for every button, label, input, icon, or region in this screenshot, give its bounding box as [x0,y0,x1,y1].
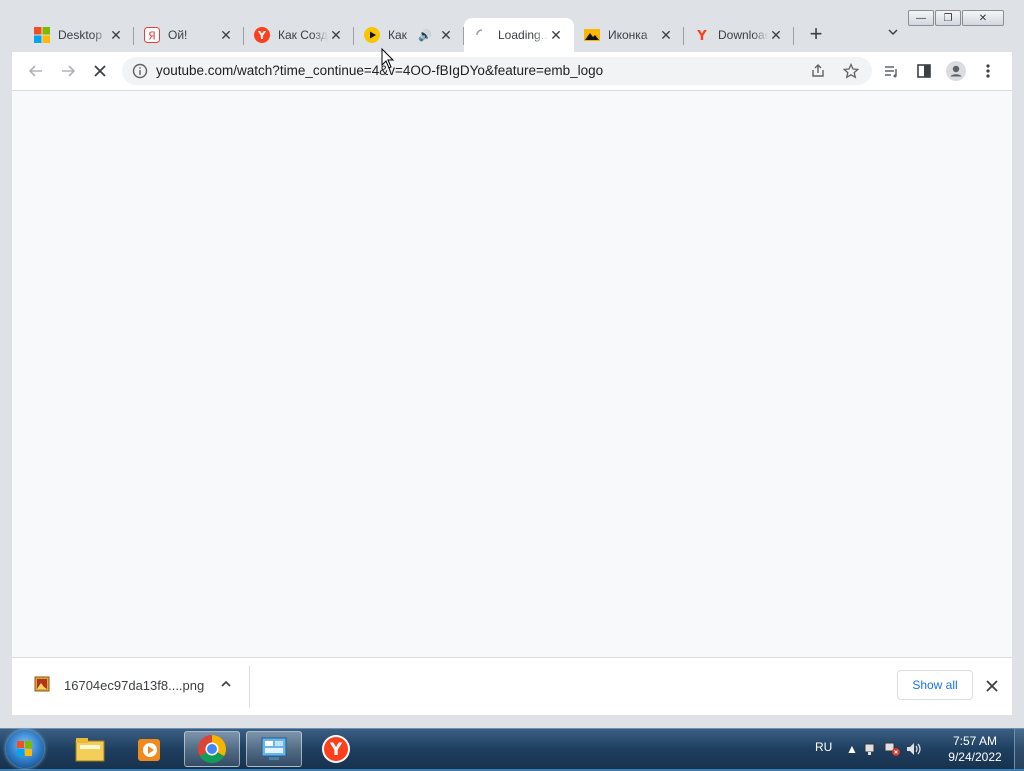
side-panel-icon[interactable] [914,61,934,81]
loading-spinner-icon [474,27,490,43]
start-button[interactable] [6,730,44,768]
yandex-browser-icon[interactable]: Y [308,731,364,767]
forward-icon[interactable] [58,61,78,81]
minimize-button[interactable]: — [908,10,934,26]
download-item[interactable]: 16704ec97da13f8....png [34,676,204,695]
restore-icon: ❐ [943,12,953,24]
show-desktop-button[interactable] [1014,729,1024,769]
yandex-y-icon: Y [254,27,270,43]
mouse-cursor-icon [381,47,395,73]
taskbar: Y RU ▲ 7:57 AM 9/24/2022 [0,728,1024,769]
svg-text:Y: Y [257,29,267,42]
restore-button[interactable]: ❐ [935,10,961,26]
clock-date: 9/24/2022 [948,750,1002,764]
show-all-button[interactable]: Show all [897,670,973,700]
windows-logo-icon [34,27,50,43]
show-hidden-icons-icon[interactable]: ▲ [846,742,858,759]
close-tab-icon[interactable]: ✕ [108,27,124,43]
close-tab-icon[interactable]: ✕ [658,27,674,43]
tab-title: Ой! [168,28,188,42]
tabs: Desktop ✕ Я Ой! ✕ Y Как Создать ✕ [24,18,794,52]
clock-time: 7:57 AM [952,734,998,748]
close-window-button[interactable]: ✕ [962,10,1004,26]
tab-kak-audio[interactable]: Как 🔊 ✕ [354,18,464,52]
tab-desktop[interactable]: Desktop ✕ [24,18,134,52]
back-icon[interactable] [26,61,46,81]
share-icon[interactable] [810,63,826,82]
tab-loading[interactable]: Loading... ✕ [464,18,574,52]
tab-title: Как [388,28,407,42]
download-filename: 16704ec97da13f8....png [64,678,205,693]
profile-icon[interactable] [946,61,966,81]
image-icon [584,27,600,43]
yandex-y-icon: Y [694,27,710,43]
language-indicator[interactable]: RU [815,740,832,754]
tab-title: Desktop [58,28,103,42]
tab-search-chevron-icon[interactable] [884,26,902,44]
system-tray: ▲ [846,742,922,759]
close-tab-icon[interactable]: ✕ [768,27,784,43]
tab-title: Download [718,28,768,42]
control-panel-icon[interactable] [246,731,302,767]
media-player-icon[interactable] [122,731,178,767]
tab-oi[interactable]: Я Ой! ✕ [134,18,244,52]
toolbar: youtube.com/watch?time_continue=4&v=4OO-… [0,52,1024,91]
network-error-icon[interactable] [884,742,900,759]
tab-title: Как Создать [278,28,328,42]
close-download-bar-icon[interactable] [982,676,1002,696]
clock[interactable]: 7:57 AM 9/24/2022 [940,733,1010,765]
yandex-ya-icon: Я [144,27,160,43]
page-content [12,91,1012,657]
menu-icon[interactable] [978,61,998,81]
address-bar[interactable]: youtube.com/watch?time_continue=4&v=4OO-… [122,57,872,85]
url-text[interactable]: youtube.com/watch?time_continue=4&v=4OO-… [156,63,603,78]
close-icon: ✕ [978,12,988,24]
tab-title: Иконка [608,28,648,42]
tab-strip: — ❐ ✕ Desktop ✕ Я Ой! ✕ Y Как Созд ✕ Как… [0,0,1024,52]
youtube-play-icon [364,27,380,43]
chevron-up-icon[interactable] [218,678,234,694]
tab-title: Loading... [498,28,548,42]
minimize-icon: — [916,12,926,24]
reading-list-icon[interactable] [881,61,901,81]
close-tab-icon[interactable]: ✕ [218,27,234,43]
png-file-icon [34,676,50,695]
tab-kak-sozdat[interactable]: Y Как Создать ✕ [244,18,354,52]
window-controls: — ❐ ✕ [908,10,1004,26]
volume-icon[interactable] [906,742,922,759]
file-explorer-icon[interactable] [62,731,118,767]
speaker-icon[interactable]: 🔊 [418,29,432,42]
browser-window: — ❐ ✕ Desktop ✕ Я Ой! ✕ Y Как Созд ✕ Как… [0,0,1024,728]
stop-loading-icon[interactable] [90,61,110,81]
close-tab-icon[interactable]: ✕ [438,27,454,43]
close-tab-icon[interactable]: ✕ [548,27,564,43]
new-tab-button[interactable]: + [806,23,826,46]
svg-text:Я: Я [148,30,156,43]
tab-ikonka[interactable]: Иконка ✕ [574,18,684,52]
svg-text:Y: Y [696,29,707,43]
download-bar: 16704ec97da13f8....png Show all [12,657,1012,716]
tab-download[interactable]: Y Download ✕ [684,18,794,52]
site-info-icon[interactable] [132,63,148,82]
chrome-icon[interactable] [184,731,240,767]
close-tab-icon[interactable]: ✕ [328,27,344,43]
bookmark-star-icon[interactable] [842,62,860,82]
svg-text:Y: Y [329,740,343,760]
action-center-flag-icon[interactable] [864,742,878,759]
